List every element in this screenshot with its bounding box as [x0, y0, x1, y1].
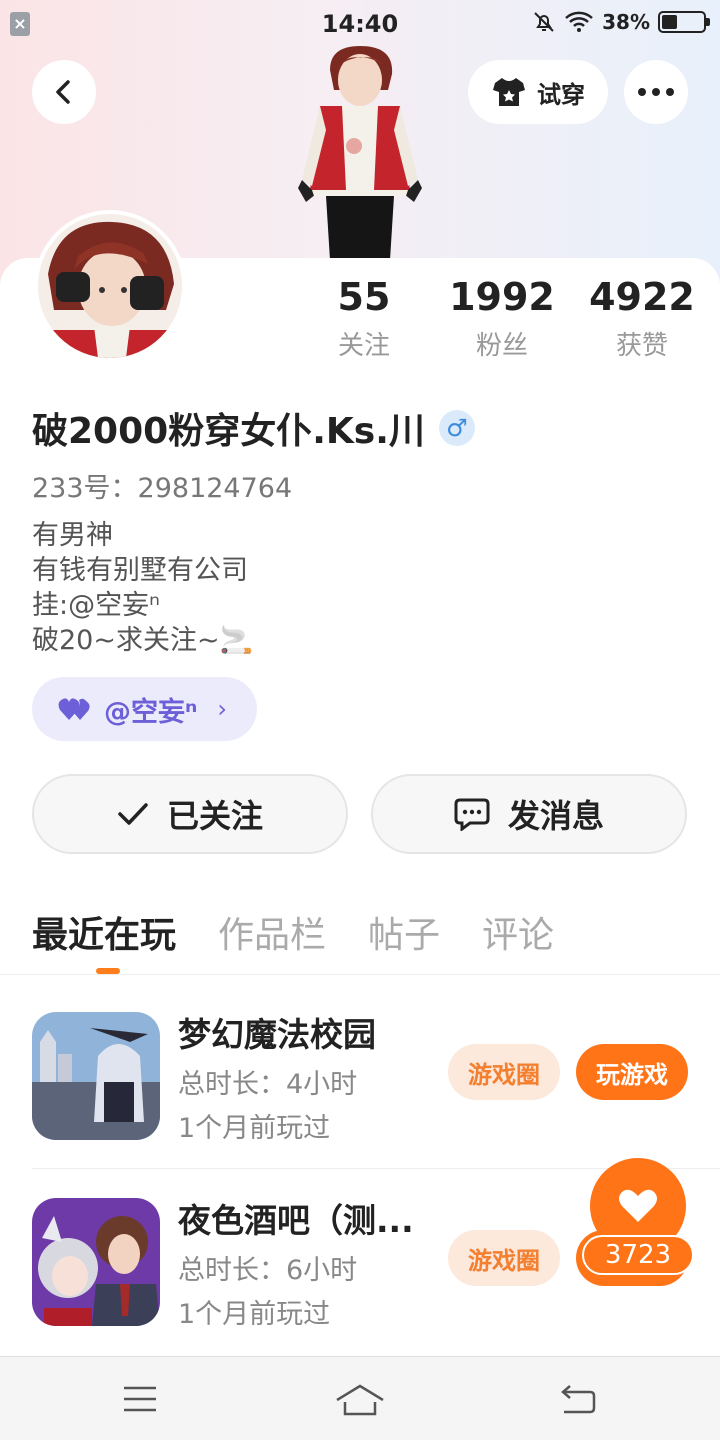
- game-duration: 总时长：4小时: [178, 1069, 358, 1100]
- mute-bell-icon: [534, 12, 554, 32]
- more-button[interactable]: [624, 60, 688, 124]
- game-circle-button[interactable]: 游戏圈: [448, 1230, 560, 1286]
- battery-icon: [658, 11, 710, 33]
- back-button[interactable]: [32, 60, 96, 124]
- stat-label: 获赞: [615, 331, 668, 361]
- divider: [0, 974, 720, 975]
- stat-label: 粉丝: [475, 331, 528, 361]
- like-count: 3723: [582, 1235, 694, 1275]
- stat-likes[interactable]: 4922 获赞: [572, 275, 712, 362]
- heart-icon: [619, 1189, 657, 1222]
- tab-posts[interactable]: 帖子: [368, 906, 440, 966]
- profile-tabs: 最近在玩 作品栏 帖子 评论: [32, 906, 554, 966]
- game-last-played: 1个月前玩过: [178, 1113, 331, 1144]
- male-gender-icon: ♂: [438, 410, 475, 446]
- home-button[interactable]: [330, 1377, 390, 1421]
- try-on-button[interactable]: 试穿: [468, 60, 608, 124]
- game-last-played: 1个月前玩过: [178, 1299, 331, 1330]
- status-right: 38%: [532, 10, 710, 34]
- game-title: 夜色酒吧（测...: [178, 1201, 414, 1240]
- character-avatar-image: [298, 46, 422, 260]
- profile-bio: 有男神 有钱有别墅有公司 挂:@空妄ⁿ 破20~求关注~🚬: [32, 518, 253, 658]
- bio-line: 有钱有别墅有公司: [32, 555, 248, 586]
- stat-following[interactable]: 55 关注: [294, 275, 434, 362]
- battery-level: [662, 15, 678, 29]
- stat-value: 1992: [449, 275, 555, 319]
- chevron-right-icon: ›: [217, 695, 227, 723]
- chat-bubble-icon: [454, 798, 490, 831]
- try-on-label: 试穿: [537, 80, 585, 109]
- stat-value: 55: [337, 275, 391, 319]
- game-duration: 总时长：6小时: [178, 1255, 358, 1286]
- profile-name: 破2000粉穿女仆.Ks.川: [32, 411, 425, 452]
- game-icon: [32, 1012, 160, 1140]
- fan-pill-label: @空妄ⁿ: [104, 696, 198, 728]
- back-nav-button[interactable]: [548, 1377, 608, 1421]
- menu-button[interactable]: [110, 1377, 170, 1421]
- profile-avatar[interactable]: [34, 210, 186, 362]
- system-nav-bar: [0, 1356, 720, 1440]
- profile-stats: 55 关注 1992 粉丝 4922 获赞: [300, 275, 700, 375]
- name-row: 破2000粉穿女仆.Ks.川 ♂: [32, 402, 475, 454]
- bio-line: 破20~求关注~🚬: [32, 625, 254, 656]
- menu-icon: [124, 1386, 156, 1412]
- game-list-item[interactable]: 梦幻魔法校园 总时长：4小时 1个月前玩过 游戏圈 玩游戏: [32, 998, 720, 1184]
- stat-label: 关注: [337, 331, 390, 361]
- fan-link-pill[interactable]: @空妄ⁿ ›: [32, 677, 257, 741]
- tshirt-icon: [493, 78, 525, 106]
- wifi-icon: [565, 11, 593, 32]
- more-dots-icon: [638, 88, 674, 96]
- bio-line: 挂:@空妄ⁿ: [32, 590, 160, 621]
- message-label: 发消息: [507, 797, 604, 835]
- tab-works[interactable]: 作品栏: [218, 906, 326, 966]
- chevron-left-icon: [56, 80, 70, 104]
- home-icon: [336, 1384, 384, 1416]
- stat-followers[interactable]: 1992 粉丝: [432, 275, 572, 362]
- battery-percent: 38%: [602, 10, 650, 34]
- stat-value: 4922: [589, 275, 695, 319]
- tab-comments[interactable]: 评论: [482, 906, 554, 966]
- message-button[interactable]: 发消息: [371, 774, 687, 854]
- double-heart-icon: [58, 698, 90, 720]
- follow-label: 已关注: [166, 797, 263, 835]
- avatar-image: [38, 214, 182, 358]
- bio-line: 有男神: [32, 520, 113, 551]
- checkmark-icon: [118, 803, 148, 825]
- game-circle-button[interactable]: 游戏圈: [448, 1044, 560, 1100]
- follow-button[interactable]: 已关注: [32, 774, 348, 854]
- tab-recently-played[interactable]: 最近在玩: [32, 906, 176, 966]
- play-game-button[interactable]: 玩游戏: [576, 1044, 688, 1100]
- return-icon: [561, 1385, 596, 1414]
- game-title: 梦幻魔法校园: [178, 1015, 376, 1054]
- game-icon: [32, 1198, 160, 1326]
- user-id: 233号：298124764: [32, 473, 293, 504]
